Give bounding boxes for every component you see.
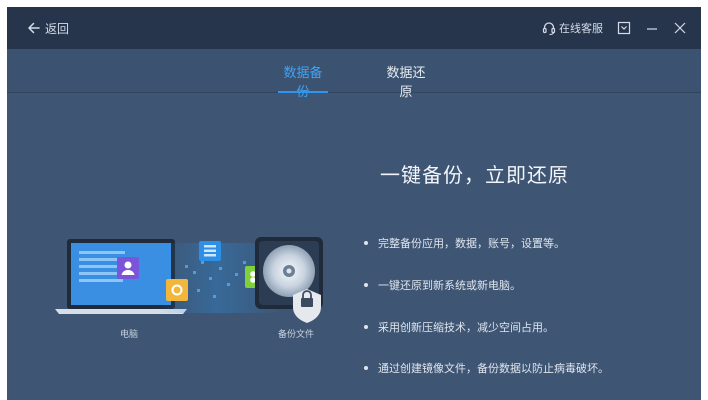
tab-bar: 数据备份 数据还原 [7, 49, 701, 100]
online-service-button[interactable]: 在线客服 [542, 20, 603, 36]
bullet-icon [364, 325, 368, 329]
app-window: 返回 在线客服 数据备份 数据还原 电脑 备份文件 一键备份，立即还原 完整备份… [7, 7, 701, 400]
feature-text: 通过创建镜像文件，备份数据以防止病毒破坏。 [378, 362, 609, 375]
dropdown-icon[interactable] [617, 21, 631, 35]
feature-text: 完整备份应用，数据，账号，设置等。 [378, 237, 565, 250]
backup-file-caption: 备份文件 [278, 330, 315, 340]
online-service-label: 在线客服 [559, 22, 603, 35]
headset-icon [542, 21, 556, 35]
back-button[interactable]: 返回 [27, 18, 69, 38]
close-icon[interactable] [673, 21, 687, 35]
feature-text: 一键还原到新系统或新电脑。 [378, 279, 521, 292]
bullet-icon [364, 241, 368, 245]
title-bar: 返回 在线客服 [7, 7, 701, 49]
computer-caption: 电脑 [120, 330, 139, 340]
backup-illustration: 电脑 备份文件 [7, 93, 367, 400]
back-label: 返回 [45, 21, 70, 36]
bullet-icon [364, 366, 368, 370]
feature-item: 一键还原到新系统或新电脑。 [364, 277, 521, 293]
tab-data-restore[interactable]: 数据还原 [381, 62, 431, 100]
feature-item: 完整备份应用，数据，账号，设置等。 [364, 235, 565, 251]
tab-data-backup[interactable]: 数据备份 [278, 62, 328, 100]
feature-text: 采用创新压缩技术，减少空间占用。 [378, 321, 554, 334]
settings-block-icon [166, 279, 188, 301]
headline: 一键备份，立即还原 [380, 163, 569, 187]
feature-item: 采用创新压缩技术，减少空间占用。 [364, 319, 554, 335]
feature-item: 通过创建镜像文件，备份数据以防止病毒破坏。 [364, 360, 609, 376]
illustration-graphic [55, 237, 323, 323]
title-controls: 在线客服 [542, 18, 687, 38]
minimize-icon[interactable] [645, 21, 659, 35]
bullet-icon [364, 283, 368, 287]
file-block-icon [199, 241, 221, 261]
main-content: 电脑 备份文件 一键备份，立即还原 完整备份应用，数据，账号，设置等。 一键还原… [7, 93, 701, 400]
back-arrow-icon [28, 22, 40, 34]
